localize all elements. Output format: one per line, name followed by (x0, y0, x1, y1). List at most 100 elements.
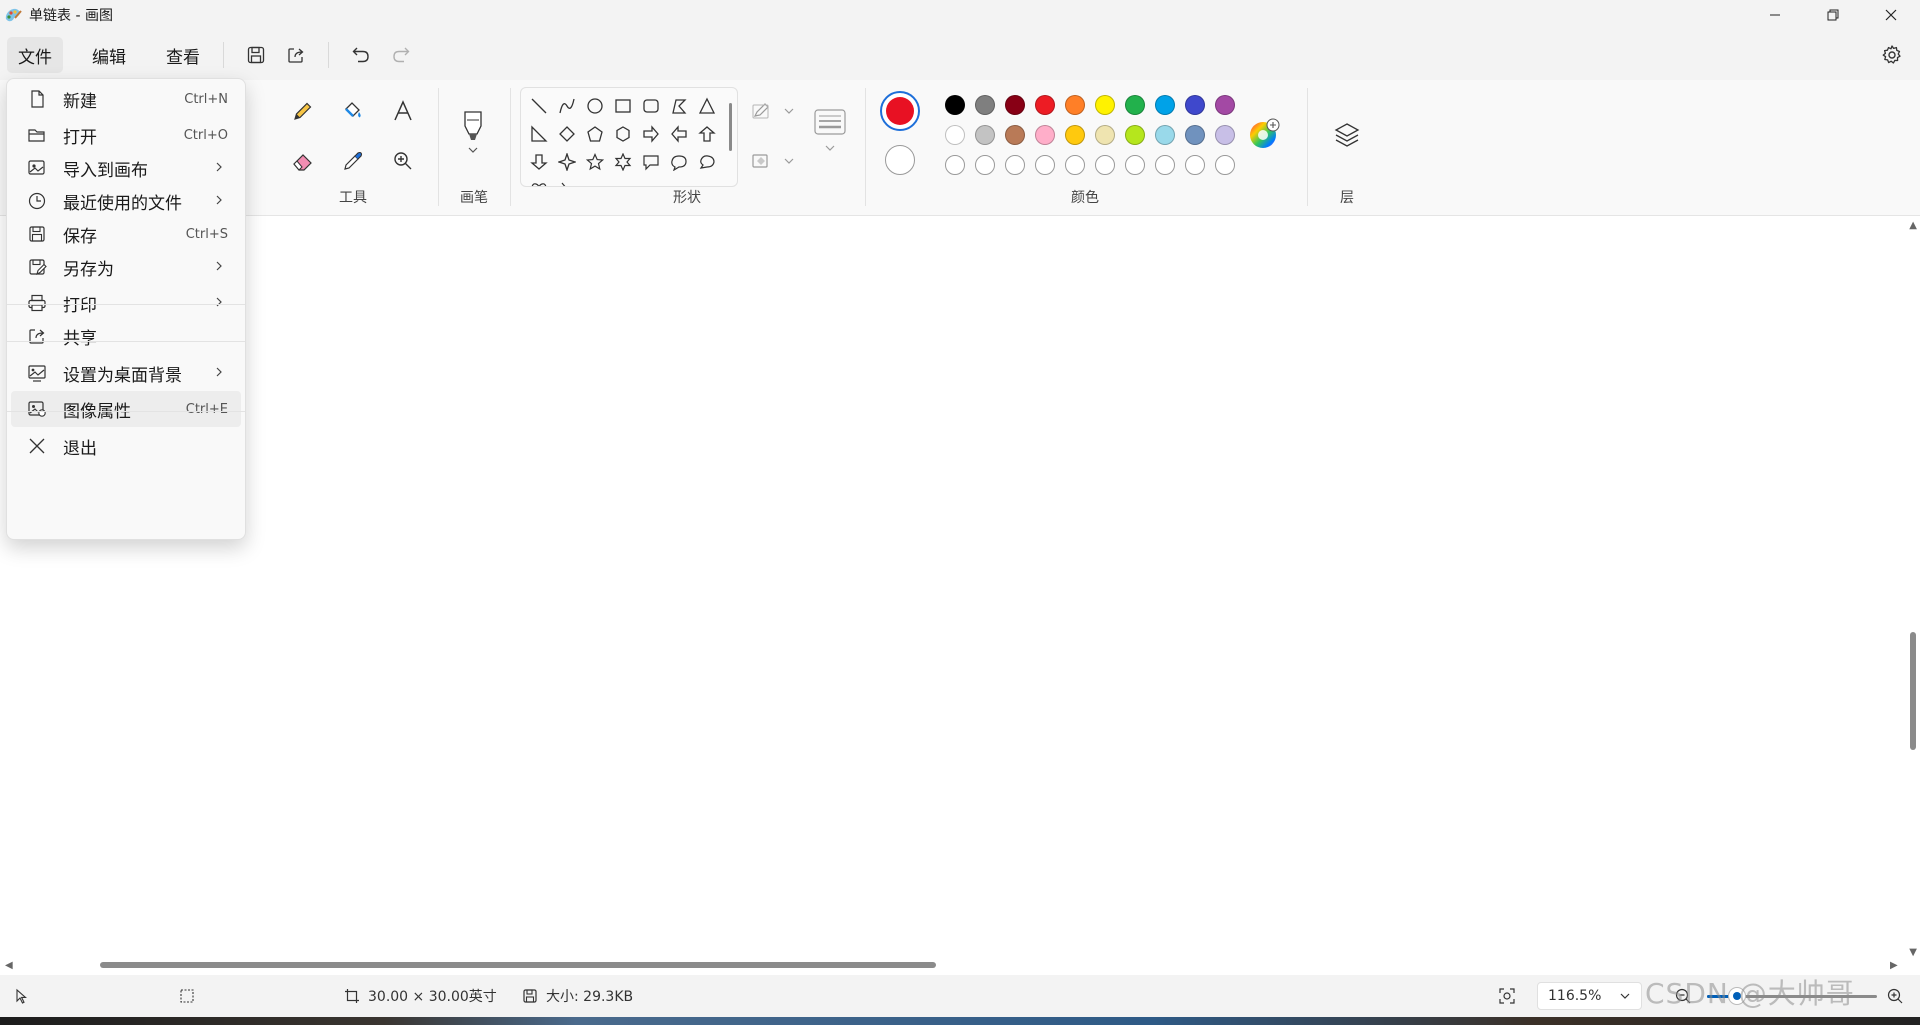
outline-button[interactable] (748, 91, 800, 131)
shape-oval[interactable] (583, 94, 607, 118)
menu-file[interactable]: 文件 (7, 37, 63, 73)
color-swatch[interactable] (1155, 125, 1175, 145)
scroll-right-arrow-icon[interactable]: ▶ (1890, 960, 1898, 971)
shape-cloud-callout[interactable] (695, 150, 719, 174)
secondary-color-selector[interactable] (885, 145, 915, 175)
restore-button[interactable] (1804, 0, 1862, 30)
color-swatch[interactable] (1185, 95, 1205, 115)
vertical-scrollbar[interactable]: ▲ ▼ (1902, 216, 1920, 962)
zoom-select[interactable]: 116.5% (1537, 982, 1642, 1010)
shape-down-arrow[interactable] (527, 150, 551, 174)
color-swatch[interactable] (1095, 125, 1115, 145)
custom-color-slot[interactable] (1215, 155, 1235, 175)
shape-rectangle[interactable] (611, 94, 635, 118)
brushes-button[interactable] (453, 104, 493, 160)
fit-to-window-button[interactable] (1498, 975, 1516, 1017)
size-button[interactable] (810, 104, 850, 160)
shape-four-point-star[interactable] (555, 150, 579, 174)
color-swatch[interactable] (1035, 95, 1055, 115)
shape-diamond[interactable] (555, 122, 579, 146)
quick-save-button[interactable] (236, 37, 276, 73)
custom-color-slot[interactable] (1065, 155, 1085, 175)
horizontal-scroll-thumb[interactable] (100, 962, 936, 968)
shape-five-point-star[interactable] (583, 150, 607, 174)
custom-color-slot[interactable] (945, 155, 965, 175)
file-menu-item[interactable]: 最近使用的文件 (11, 183, 241, 219)
color-swatch[interactable] (1035, 125, 1055, 145)
color-swatch[interactable] (975, 95, 995, 115)
color-picker-tool[interactable] (333, 141, 373, 181)
shape-line[interactable] (527, 94, 551, 118)
pencil-tool[interactable] (283, 91, 323, 131)
shape-heart[interactable] (527, 178, 551, 186)
file-menu-item[interactable]: 退出 (11, 428, 241, 464)
file-menu-item[interactable]: 共享 (11, 318, 241, 354)
color-swatch[interactable] (1215, 95, 1235, 115)
scroll-down-arrow-icon[interactable]: ▼ (1909, 947, 1917, 958)
edit-colors-button[interactable] (1244, 114, 1284, 154)
shape-right-arrow[interactable] (639, 122, 663, 146)
shape-right-triangle[interactable] (527, 122, 551, 146)
shape-six-point-star[interactable] (611, 150, 635, 174)
zoom-in-button[interactable] (1886, 975, 1904, 1017)
color-swatch[interactable] (945, 95, 965, 115)
color-swatch[interactable] (945, 125, 965, 145)
text-tool[interactable] (383, 91, 423, 131)
color-swatch[interactable] (1065, 95, 1085, 115)
file-menu-item[interactable]: 保存 Ctrl+S (11, 216, 241, 252)
eraser-tool[interactable] (283, 141, 323, 181)
layers-button[interactable] (1327, 115, 1367, 155)
custom-color-slot[interactable] (1035, 155, 1055, 175)
color-swatch[interactable] (1155, 95, 1175, 115)
primary-color-selector[interactable] (880, 91, 920, 131)
color-swatch[interactable] (1005, 95, 1025, 115)
menu-edit[interactable]: 编辑 (81, 37, 137, 73)
scroll-left-arrow-icon[interactable]: ◀ (5, 960, 13, 971)
fill-tool[interactable] (333, 91, 373, 131)
shape-curve[interactable] (555, 94, 579, 118)
file-menu-item[interactable]: 打开 Ctrl+O (11, 117, 241, 153)
shapes-gallery-scrollbar[interactable] (729, 103, 732, 151)
shape-up-arrow[interactable] (695, 122, 719, 146)
scroll-up-arrow-icon[interactable]: ▲ (1909, 220, 1917, 231)
drawing-canvas[interactable] (0, 216, 1920, 962)
custom-color-slot[interactable] (975, 155, 995, 175)
color-swatch[interactable] (1185, 125, 1205, 145)
minimize-button[interactable] (1746, 0, 1804, 30)
shape-lightning[interactable] (555, 178, 579, 186)
custom-color-slot[interactable] (1155, 155, 1175, 175)
custom-color-slot[interactable] (1005, 155, 1025, 175)
magnifier-tool[interactable] (383, 141, 423, 181)
shape-polygon[interactable] (667, 94, 691, 118)
color-swatch[interactable] (1125, 125, 1145, 145)
color-swatch[interactable] (1125, 95, 1145, 115)
shape-oval-callout[interactable] (667, 150, 691, 174)
file-menu-item[interactable]: 导入到画布 (11, 150, 241, 186)
shape-rect-callout[interactable] (639, 150, 663, 174)
color-swatch[interactable] (1065, 125, 1085, 145)
shape-hexagon[interactable] (611, 122, 635, 146)
color-swatch[interactable] (1095, 95, 1115, 115)
file-menu-item[interactable]: 图像属性 Ctrl+E (11, 391, 241, 427)
vertical-scroll-thumb[interactable] (1910, 632, 1916, 750)
custom-color-slot[interactable] (1095, 155, 1115, 175)
shape-triangle[interactable] (695, 94, 719, 118)
settings-button[interactable] (1874, 37, 1910, 73)
file-menu-item[interactable]: 另存为 (11, 249, 241, 285)
custom-color-slot[interactable] (1185, 155, 1205, 175)
color-swatch[interactable] (1215, 125, 1235, 145)
color-swatch[interactable] (1005, 125, 1025, 145)
custom-color-slot[interactable] (1125, 155, 1145, 175)
close-window-button[interactable] (1862, 0, 1920, 30)
share-button[interactable] (276, 37, 316, 73)
fill-button[interactable] (748, 141, 800, 181)
shape-left-arrow[interactable] (667, 122, 691, 146)
file-menu-item[interactable]: 新建 Ctrl+N (11, 81, 241, 117)
color-swatch[interactable] (975, 125, 995, 145)
file-menu-item[interactable]: 打印 (11, 285, 241, 321)
shape-pentagon[interactable] (583, 122, 607, 146)
redo-button[interactable] (381, 37, 421, 73)
undo-button[interactable] (341, 37, 381, 73)
file-menu-item[interactable]: 设置为桌面背景 (11, 355, 241, 391)
shape-rounded-rectangle[interactable] (639, 94, 663, 118)
